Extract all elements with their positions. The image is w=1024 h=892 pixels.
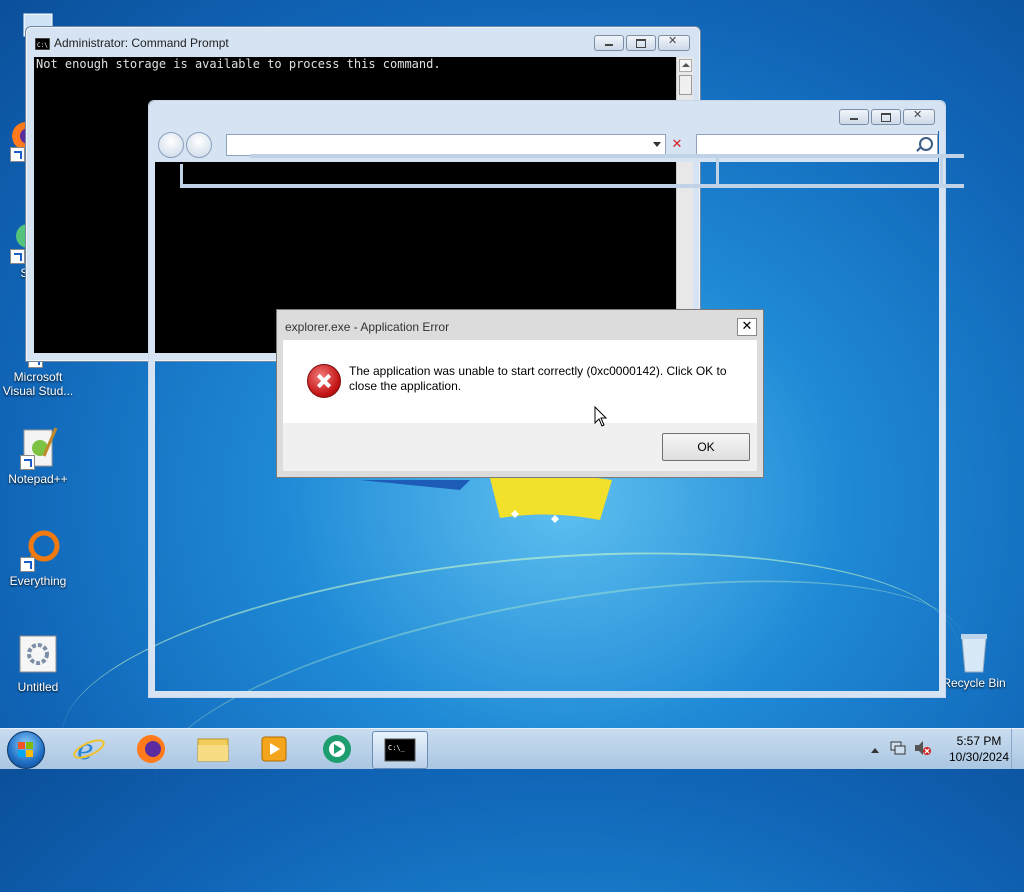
cmd-icon: C:\ bbox=[35, 38, 50, 50]
maximize-button[interactable] bbox=[626, 35, 656, 51]
search-icon[interactable] bbox=[919, 137, 933, 151]
scroll-thumb[interactable] bbox=[679, 75, 692, 95]
minimize-button[interactable] bbox=[594, 35, 624, 51]
back-button[interactable] bbox=[158, 132, 184, 158]
render-glitch-bar bbox=[940, 158, 943, 188]
render-glitch-bar bbox=[716, 158, 719, 186]
desktop-icon-label: Microsoft Visual Stud... bbox=[2, 370, 74, 398]
close-button[interactable]: ✕ bbox=[737, 318, 757, 336]
dialog-footer: OK bbox=[283, 423, 757, 471]
taskbar-file-explorer[interactable] bbox=[186, 731, 240, 767]
show-desktop-button[interactable] bbox=[1011, 729, 1024, 769]
svg-text:e: e bbox=[77, 733, 94, 766]
taskbar-internet-explorer[interactable]: e bbox=[62, 731, 116, 767]
svg-text:C:\: C:\ bbox=[37, 42, 48, 49]
show-hidden-icons-icon[interactable] bbox=[870, 743, 880, 757]
application-error-dialog[interactable]: explorer.exe - Application Error ✕ The a… bbox=[276, 309, 764, 478]
desktop-icon-recycle-bin[interactable]: Recycle Bin bbox=[938, 630, 1010, 690]
clock-time[interactable]: 5:57 PM bbox=[944, 734, 1014, 748]
folder-icon bbox=[197, 738, 229, 762]
caption-buttons bbox=[594, 34, 690, 51]
shortcut-arrow-icon bbox=[10, 249, 25, 264]
console-output: Not enough storage is available to proce… bbox=[36, 57, 441, 71]
render-glitch-bar bbox=[250, 154, 964, 158]
desktop-icon-label: Recycle Bin bbox=[942, 676, 1006, 690]
maximize-button[interactable] bbox=[871, 109, 901, 125]
mouse-pointer-icon bbox=[594, 406, 608, 427]
recycle-bin-icon bbox=[952, 630, 996, 674]
taskbar-media-player[interactable] bbox=[248, 731, 302, 767]
windows-logo-icon bbox=[18, 742, 33, 757]
internet-explorer-icon: e bbox=[73, 733, 105, 766]
shortcut-arrow-icon bbox=[20, 455, 35, 470]
desktop-icon-notepad-plus-plus[interactable]: Notepad++ bbox=[2, 426, 74, 486]
forward-button[interactable] bbox=[186, 132, 212, 158]
shortcut-arrow-icon bbox=[10, 147, 25, 162]
window-title: Administrator: Command Prompt bbox=[54, 36, 229, 50]
error-message: The application was unable to start corr… bbox=[349, 364, 727, 393]
notepad-plus-plus-icon bbox=[16, 426, 60, 470]
close-icon: ✕ bbox=[741, 319, 753, 334]
address-bar[interactable] bbox=[226, 134, 666, 156]
ok-button[interactable]: OK bbox=[662, 433, 750, 461]
system-tray: 5:57 PM 10/30/2024 bbox=[864, 729, 1024, 769]
stop-icon[interactable]: ✕ bbox=[667, 135, 687, 155]
settings-document-icon bbox=[16, 634, 60, 678]
caption-buttons bbox=[839, 108, 935, 125]
media-player-icon bbox=[261, 736, 287, 762]
everything-search-icon bbox=[16, 528, 60, 572]
error-icon bbox=[307, 364, 341, 398]
chevron-down-icon[interactable] bbox=[653, 142, 661, 147]
window-frame-left bbox=[149, 131, 155, 697]
desktop-icon-label: Notepad++ bbox=[8, 472, 68, 486]
scroll-up-arrow-icon[interactable] bbox=[679, 59, 692, 72]
start-button[interactable] bbox=[7, 731, 45, 769]
firefox-icon bbox=[137, 735, 165, 763]
desktop-icon-everything[interactable]: Everything bbox=[2, 528, 74, 588]
search-input[interactable] bbox=[696, 134, 938, 156]
minimize-button[interactable] bbox=[839, 109, 869, 125]
taskbar-app[interactable] bbox=[310, 731, 364, 767]
render-glitch-bar bbox=[180, 184, 964, 188]
close-button[interactable] bbox=[903, 108, 935, 125]
taskbar-firefox[interactable] bbox=[124, 731, 178, 767]
dialog-body: The application was unable to start corr… bbox=[283, 340, 757, 423]
desktop-icon-untitled[interactable]: Untitled bbox=[2, 634, 74, 694]
window-frame-bottom bbox=[149, 691, 945, 697]
circular-arrow-icon bbox=[323, 735, 351, 763]
svg-text:C:\_: C:\_ bbox=[388, 744, 406, 752]
window-frame-right bbox=[939, 131, 945, 697]
network-icon[interactable] bbox=[890, 740, 906, 759]
cmd-icon: C:\_ bbox=[384, 738, 416, 762]
window-titlebar bbox=[149, 101, 945, 131]
dialog-title: explorer.exe - Application Error bbox=[285, 320, 450, 334]
close-button[interactable] bbox=[658, 34, 690, 51]
taskbar-command-prompt[interactable]: C:\_ bbox=[372, 731, 428, 769]
shortcut-arrow-icon bbox=[20, 557, 35, 572]
clock-date[interactable]: 10/30/2024 bbox=[944, 750, 1014, 764]
desktop-icon-label: Untitled bbox=[17, 680, 59, 694]
volume-muted-icon[interactable] bbox=[914, 740, 932, 759]
desktop-icon-label: Everything bbox=[9, 574, 67, 588]
taskbar: e C:\_ 5:57 PM 10/30/2024 bbox=[0, 728, 1024, 769]
